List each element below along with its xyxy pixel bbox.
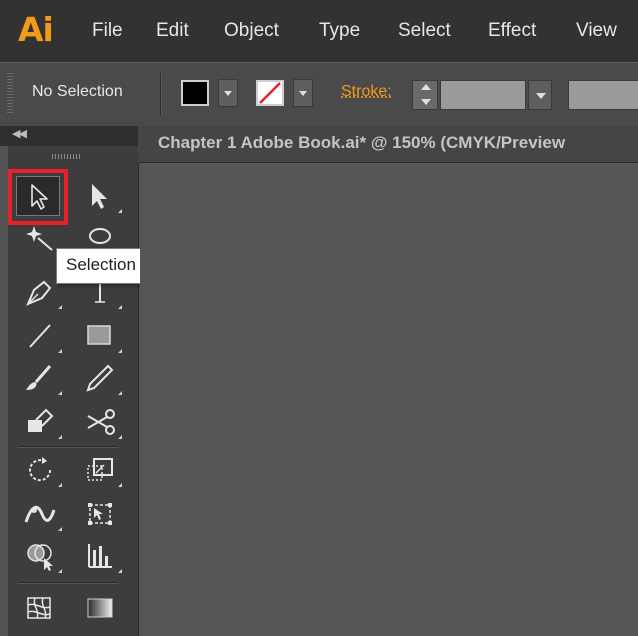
- tool-group-divider: [18, 582, 118, 583]
- mesh-tool-icon: [27, 597, 51, 619]
- document-title: Chapter 1 Adobe Book.ai* @ 150% (CMYK/Pr…: [158, 133, 566, 152]
- line-segment-tool[interactable]: [20, 316, 64, 356]
- none-color-icon: [259, 82, 281, 104]
- graph-tool[interactable]: [80, 536, 124, 576]
- menu-type[interactable]: Type: [319, 18, 360, 44]
- tools-panel-header: ◀◀: [0, 126, 138, 146]
- direct-selection-tool[interactable]: [80, 176, 124, 216]
- gradient-tool-icon: [87, 598, 113, 618]
- control-bar: No Selection Stroke:: [0, 62, 638, 127]
- document-tab[interactable]: Chapter 1 Adobe Book.ai* @ 150% (CMYK/Pr…: [138, 126, 638, 163]
- width-tool[interactable]: [20, 494, 64, 534]
- stepper-up-icon[interactable]: [421, 84, 431, 90]
- menu-edit[interactable]: Edit: [156, 18, 189, 44]
- stroke-weight-stepper[interactable]: [412, 80, 438, 110]
- control-bar-grip[interactable]: [7, 73, 13, 115]
- eraser-tool[interactable]: [20, 402, 64, 442]
- stroke-swatch[interactable]: [256, 80, 284, 106]
- rotate-tool[interactable]: [20, 450, 64, 490]
- artboard-canvas[interactable]: [140, 163, 638, 636]
- app-logo: Ai: [18, 10, 54, 49]
- stroke-weight-input[interactable]: [440, 80, 526, 110]
- control-divider: [160, 73, 161, 115]
- free-transform-tool[interactable]: [80, 494, 124, 534]
- tool-group-divider: [18, 446, 118, 447]
- gradient-tool[interactable]: [80, 588, 124, 628]
- stroke-weight-dropdown[interactable]: [528, 80, 552, 110]
- mesh-tool[interactable]: [20, 588, 64, 628]
- free-transform-tool-icon: [88, 503, 112, 525]
- collapse-panel-icon[interactable]: ◀◀: [12, 127, 27, 140]
- tools-panel-grip[interactable]: [52, 154, 82, 159]
- variable-width-field[interactable]: [568, 80, 638, 110]
- stroke-dropdown-button[interactable]: [293, 79, 313, 107]
- selection-status: No Selection: [32, 83, 123, 100]
- scale-tool[interactable]: [80, 450, 124, 490]
- selection-tool-highlight: [8, 169, 68, 225]
- fill-swatch[interactable]: [181, 80, 209, 106]
- shape-builder-tool[interactable]: [20, 536, 64, 576]
- paintbrush-tool[interactable]: [20, 358, 64, 398]
- menu-file[interactable]: File: [92, 18, 123, 44]
- rectangle-tool[interactable]: [80, 316, 124, 356]
- stroke-label[interactable]: Stroke:: [341, 83, 392, 101]
- menu-object[interactable]: Object: [224, 18, 279, 44]
- menu-select[interactable]: Select: [398, 18, 451, 44]
- pencil-tool[interactable]: [80, 358, 124, 398]
- menu-view[interactable]: View: [576, 18, 617, 44]
- menu-bar: Ai File Edit Object Type Select Effect V…: [0, 0, 638, 62]
- menu-effect[interactable]: Effect: [488, 18, 536, 44]
- stepper-down-icon[interactable]: [421, 99, 431, 105]
- scissors-tool[interactable]: [80, 402, 124, 442]
- fill-dropdown-button[interactable]: [218, 79, 238, 107]
- illustrator-window: Ai File Edit Object Type Select Effect V…: [0, 0, 638, 636]
